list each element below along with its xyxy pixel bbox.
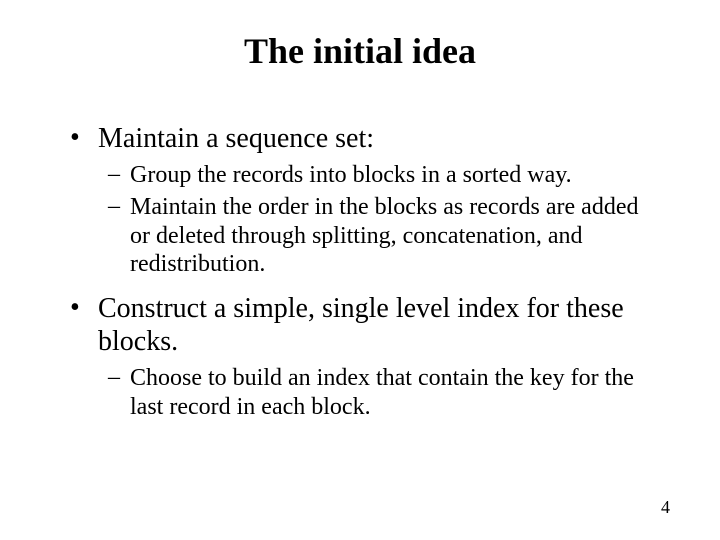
sub-bullet: – Group the records into blocks in a sor… <box>108 161 660 189</box>
bullet-1-subs: – Group the records into blocks in a sor… <box>108 161 660 278</box>
dash-icon: – <box>108 193 130 278</box>
bullet-2: • Construct a simple, single level index… <box>70 292 660 358</box>
bullet-dot-icon: • <box>70 122 98 155</box>
slide-body: • Maintain a sequence set: – Group the r… <box>70 108 660 421</box>
slide: The initial idea • Maintain a sequence s… <box>0 0 720 540</box>
bullet-2-subs: – Choose to build an index that contain … <box>108 364 660 421</box>
bullet-1-text: Maintain a sequence set: <box>98 122 660 155</box>
dash-icon: – <box>108 364 130 421</box>
bullet-2-text: Construct a simple, single level index f… <box>98 292 660 358</box>
bullet-1: • Maintain a sequence set: <box>70 122 660 155</box>
sub-bullet-text: Maintain the order in the blocks as reco… <box>130 193 660 278</box>
bullet-dot-icon: • <box>70 292 98 358</box>
sub-bullet-text: Group the records into blocks in a sorte… <box>130 161 660 189</box>
sub-bullet: – Choose to build an index that contain … <box>108 364 660 421</box>
dash-icon: – <box>108 161 130 189</box>
page-number: 4 <box>661 497 670 518</box>
sub-bullet: – Maintain the order in the blocks as re… <box>108 193 660 278</box>
slide-title: The initial idea <box>0 30 720 72</box>
sub-bullet-text: Choose to build an index that contain th… <box>130 364 660 421</box>
